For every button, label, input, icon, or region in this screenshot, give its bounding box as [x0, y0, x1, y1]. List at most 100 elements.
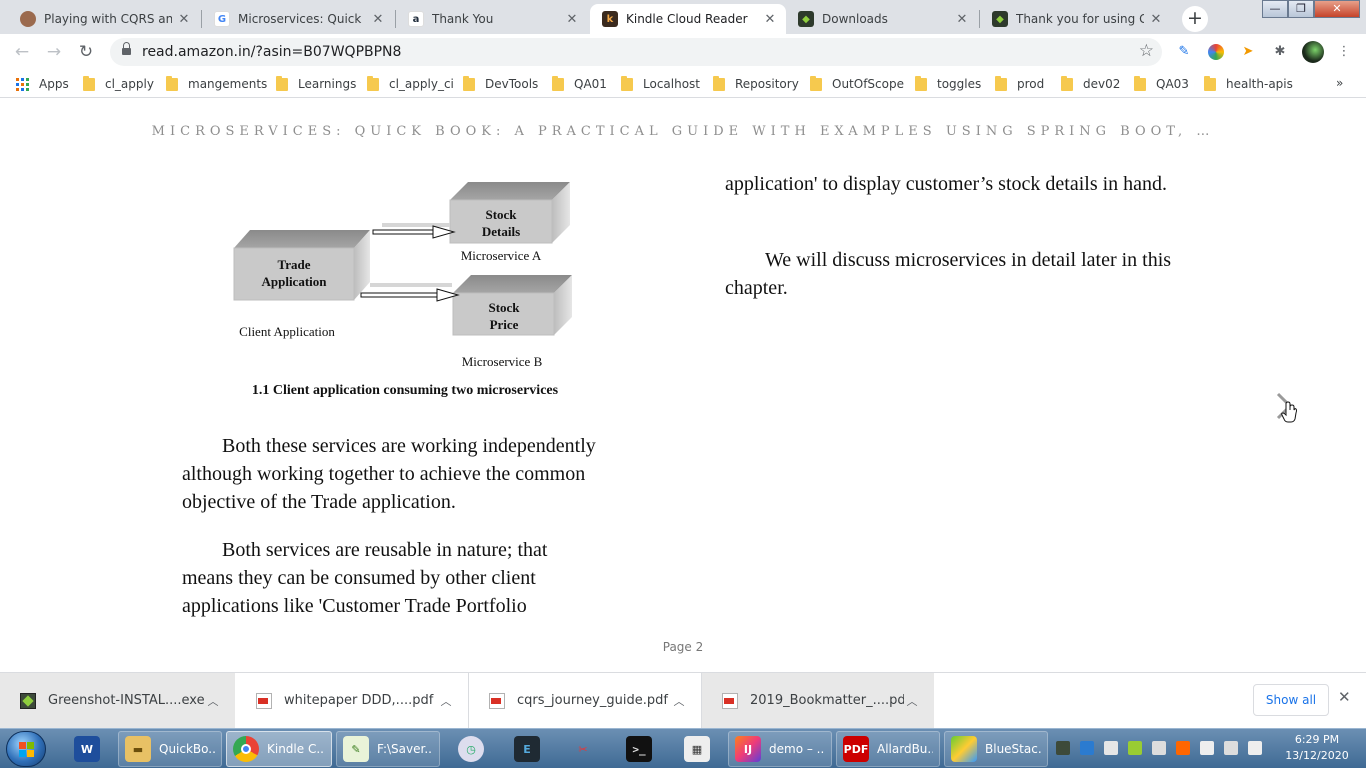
taskbar-word[interactable]: W [68, 731, 106, 767]
close-icon[interactable]: ✕ [370, 12, 386, 27]
close-shelf-button[interactable]: ✕ [1338, 688, 1351, 706]
bookmark-folder[interactable]: cl_apply_ci [367, 75, 454, 92]
bluestacks-tray-icon[interactable] [1128, 741, 1142, 755]
sync-tray-icon[interactable] [1080, 741, 1094, 755]
extensions-puzzle-icon[interactable]: ✱ [1272, 44, 1288, 60]
close-icon[interactable]: ✕ [1148, 12, 1164, 27]
eyedropper-extension-icon[interactable]: ✎ [1176, 44, 1192, 60]
taskbar-intellij[interactable]: IJ demo – ... [728, 731, 832, 767]
close-icon[interactable]: ✕ [176, 12, 192, 27]
pdf-icon [722, 692, 738, 709]
taskbar-snipping[interactable]: ✂ [564, 731, 602, 767]
close-window-button[interactable]: ✕ [1314, 0, 1360, 18]
speaker-tray-icon[interactable] [1248, 741, 1262, 755]
address-bar[interactable]: read.amazon.in/?asin=B07WQPBPN8 ☆ [110, 38, 1162, 66]
system-clock[interactable]: 6:29 PM 13/12/2020 [1282, 732, 1352, 764]
bookmark-folder[interactable]: prod [995, 75, 1044, 92]
bookmark-label: mangements [188, 77, 268, 91]
bookmark-folder[interactable]: dev02 [1061, 75, 1121, 92]
folder-icon [83, 75, 95, 91]
show-all-button[interactable]: Show all [1253, 684, 1329, 716]
bookmark-label: dev02 [1083, 77, 1121, 91]
folder-icon [367, 75, 379, 91]
download-item[interactable]: whitepaper DDD,....pdf ︿ [236, 673, 469, 728]
bookmark-folder[interactable]: QA01 [552, 75, 607, 92]
bookmarks-overflow-button[interactable]: » [1336, 76, 1343, 90]
bookmarks-bar: Apps cl_apply mangements Learnings cl_ap… [0, 70, 1366, 98]
taskbar-chrome[interactable]: Kindle C... [226, 731, 332, 767]
menu-kebab-icon[interactable]: ⋮ [1336, 44, 1352, 60]
start-button[interactable] [6, 731, 46, 767]
bookmark-folder[interactable]: mangements [166, 75, 268, 92]
stock-details-box: Stock Details [449, 182, 570, 244]
minimize-button[interactable]: — [1262, 0, 1288, 18]
volume-tray-icon[interactable] [1176, 741, 1190, 755]
chevron-up-icon[interactable]: ︿ [438, 693, 454, 709]
shield-tray-icon[interactable] [1104, 741, 1118, 755]
tab-microservices[interactable]: G Microservices: Quick Boo ✕ [202, 4, 394, 34]
new-tab-button[interactable]: + [1182, 6, 1208, 32]
chevron-up-icon[interactable]: ︿ [671, 693, 687, 709]
microservice-a-label: Microservice A [461, 248, 542, 263]
bookmark-folder[interactable]: Learnings [276, 75, 356, 92]
bookmark-folder[interactable]: Repository [713, 75, 799, 92]
folder-icon [713, 75, 725, 91]
profile-avatar[interactable] [1302, 41, 1324, 63]
url-text[interactable]: read.amazon.in/?asin=B07WQPBPN8 [142, 44, 401, 60]
download-item[interactable]: Greenshot-INSTAL....exe ︿ [0, 673, 236, 728]
greenshot-icon: ◆ [798, 11, 814, 27]
display-tray-icon[interactable] [1224, 741, 1238, 755]
body-paragraph: We will discuss microservices in detail … [725, 249, 1172, 299]
close-icon[interactable]: ✕ [762, 12, 778, 27]
bookmark-folder[interactable]: DevTools [463, 75, 538, 92]
bookmark-folder[interactable]: OutOfScope [810, 75, 904, 92]
bookmark-folder[interactable]: toggles [915, 75, 982, 92]
tab-downloads[interactable]: ◆ Downloads ✕ [786, 4, 978, 34]
network-tray-icon[interactable] [1152, 741, 1166, 755]
close-icon[interactable]: ✕ [954, 12, 970, 27]
folder-icon [552, 75, 564, 91]
bookmark-folder[interactable]: Localhost [621, 75, 700, 92]
bookmark-folder[interactable]: QA03 [1134, 75, 1189, 92]
taskbar-label: demo – ... [769, 742, 825, 756]
greenshot-tray-icon[interactable] [1056, 741, 1070, 755]
tab-title: Playing with CQRS and E [44, 12, 172, 26]
taskbar-clock-app[interactable]: ◷ [452, 731, 490, 767]
taskbar-acrobat[interactable]: PDF AllardBu... [836, 731, 940, 767]
tab-kindle-cloud-reader[interactable]: k Kindle Cloud Reader ✕ [590, 4, 786, 34]
arrow-extension-icon[interactable]: ➤ [1240, 44, 1256, 60]
bookmark-folder[interactable]: cl_apply [83, 75, 154, 92]
maximize-button[interactable]: ❐ [1288, 0, 1314, 18]
flag-tray-icon[interactable] [1200, 741, 1214, 755]
next-page-button[interactable] [1272, 390, 1300, 426]
bookmark-label: cl_apply_ci [389, 77, 454, 91]
color-extension-icon[interactable] [1208, 44, 1224, 60]
bookmark-label: Apps [39, 77, 69, 91]
bookmark-star-icon[interactable]: ☆ [1139, 41, 1154, 61]
tab-thank-you-greenshot[interactable]: ◆ Thank you for using Gre ✕ [980, 4, 1172, 34]
tab-cqrs[interactable]: Playing with CQRS and E ✕ [8, 4, 200, 34]
taskbar-explorer[interactable]: ▬ QuickBo... [118, 731, 222, 767]
download-item[interactable]: cqrs_journey_guide.pdf ︿ [469, 673, 702, 728]
folder-icon [1134, 75, 1146, 91]
bookmark-folder[interactable]: health-apis [1204, 75, 1293, 92]
back-button[interactable]: ← [10, 40, 34, 64]
tab-thank-you[interactable]: a Thank You ✕ [396, 4, 588, 34]
snipping-icon: ✂ [578, 742, 588, 756]
taskbar-editor[interactable]: E [508, 731, 546, 767]
taskbar-notepad[interactable]: ✎ F:\Saver... [336, 731, 440, 767]
taskbar-cmd[interactable]: >_ [620, 731, 658, 767]
arrow-to-service-a [372, 223, 456, 239]
close-icon[interactable]: ✕ [564, 12, 580, 27]
forward-button[interactable]: → [42, 40, 66, 64]
bookmark-apps[interactable]: Apps [16, 76, 69, 92]
taskbar-calculator[interactable]: ▦ [678, 731, 716, 767]
bookmark-label: toggles [937, 77, 982, 91]
download-item[interactable]: 2019_Bookmatter_....pdf ︿ [702, 673, 935, 728]
taskbar-bluestacks[interactable]: BlueStac... [944, 731, 1048, 767]
amazon-icon: a [408, 11, 424, 27]
chevron-up-icon[interactable]: ︿ [205, 693, 221, 709]
client-box-line1: Trade [278, 257, 311, 272]
reload-button[interactable]: ↻ [74, 40, 98, 64]
chevron-up-icon[interactable]: ︿ [904, 693, 920, 709]
